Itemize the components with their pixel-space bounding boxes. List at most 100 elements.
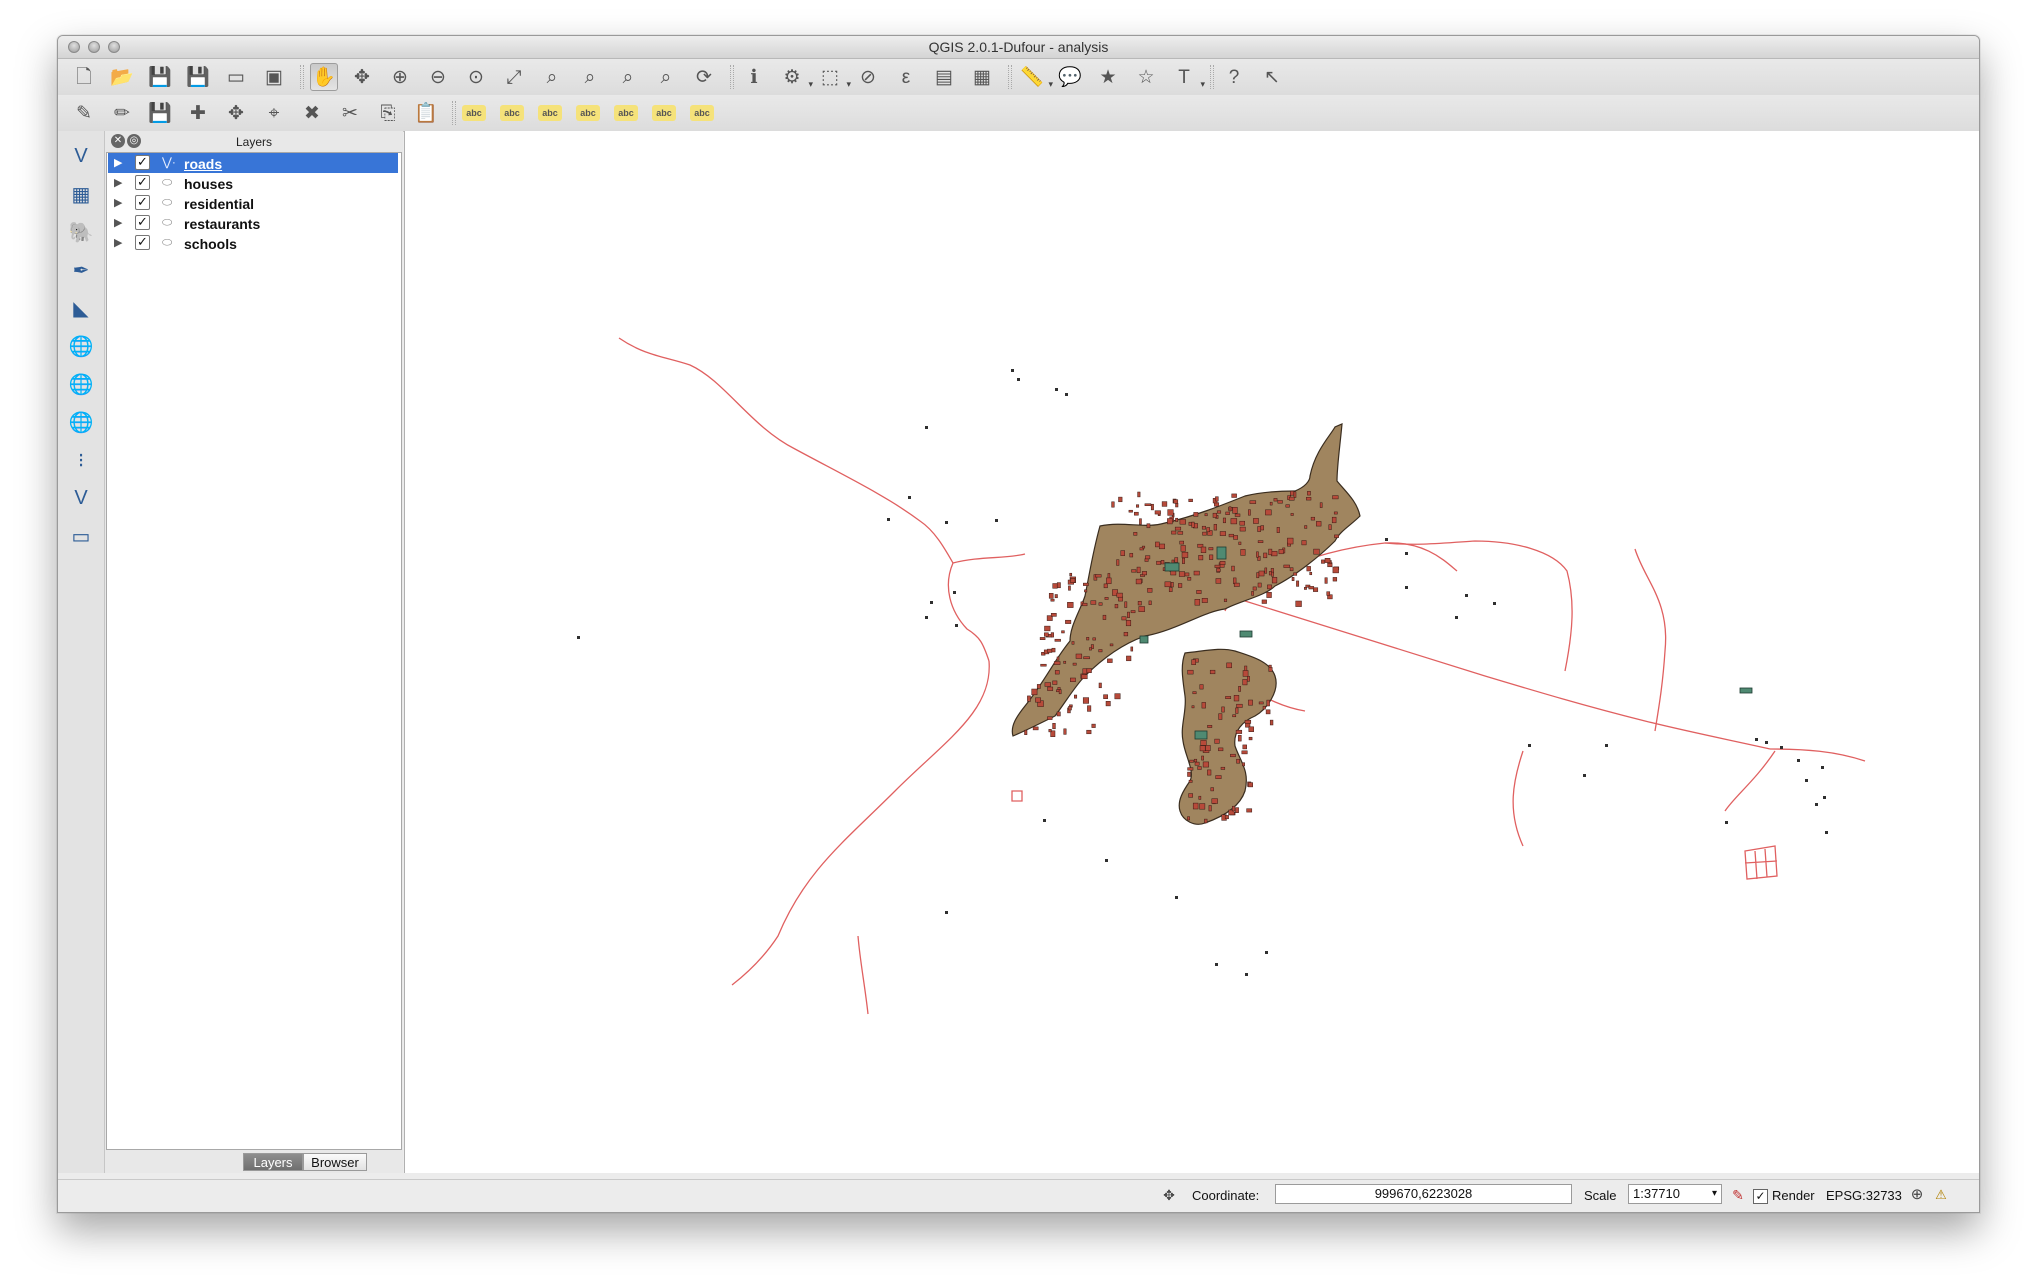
tab-browser[interactable]: Browser: [303, 1153, 367, 1171]
add-raster-layer-icon[interactable]: ▦: [66, 179, 96, 209]
house-feature: [1191, 705, 1195, 709]
pin-labels-icon[interactable]: abc: [500, 105, 524, 121]
layer-visibility-checkbox[interactable]: ✓: [135, 155, 150, 170]
copy-features-icon[interactable]: ⎘: [374, 99, 402, 127]
action-icon[interactable]: ⚙ ▾: [778, 63, 813, 91]
pan-to-selection-icon[interactable]: ✥: [348, 63, 376, 91]
delete-selected-icon[interactable]: ✖: [298, 99, 326, 127]
zoom-in-icon[interactable]: ⊕: [386, 63, 414, 91]
labeling-icon[interactable]: abc: [462, 105, 486, 121]
layer-visibility-checkbox[interactable]: ✓: [135, 235, 150, 250]
zoom-actual-size-icon[interactable]: ⊙: [462, 63, 490, 91]
toggle-extents-icon[interactable]: ✥: [1160, 1186, 1178, 1204]
zoom-to-selection-icon[interactable]: ⌕: [538, 63, 566, 91]
add-vector-layer-icon[interactable]: V: [66, 141, 96, 171]
zoom-next-icon[interactable]: ⌕: [652, 63, 680, 91]
house-feature: [1199, 745, 1206, 752]
house-feature: [1266, 699, 1270, 707]
layer-row-restaurants[interactable]: ▶ ✓ ⬭ restaurants: [108, 213, 398, 233]
rotate-label-icon[interactable]: abc: [652, 105, 676, 121]
house-feature: [1248, 699, 1253, 706]
zoom-last-icon[interactable]: ⌕: [614, 63, 642, 91]
remove-layer-icon[interactable]: ▭: [66, 521, 96, 551]
messages-warning-icon[interactable]: ⚠: [1932, 1186, 1950, 1204]
add-wcs-layer-icon[interactable]: 🌐: [66, 369, 96, 399]
scale-select[interactable]: 1:37710 ▾: [1628, 1184, 1722, 1204]
identify-icon[interactable]: ℹ: [740, 63, 768, 91]
map-tips-icon[interactable]: 💬: [1056, 63, 1084, 91]
layer-visibility-checkbox[interactable]: ✓: [135, 215, 150, 230]
zoom-out-icon[interactable]: ⊖: [424, 63, 452, 91]
layer-visibility-checkbox[interactable]: ✓: [135, 175, 150, 190]
layer-row-schools[interactable]: ▶ ✓ ⬭ schools: [108, 233, 398, 253]
deselect-features-icon[interactable]: ⊘: [854, 63, 882, 91]
change-label-icon[interactable]: abc: [690, 105, 714, 121]
new-bookmark-icon[interactable]: ★: [1094, 63, 1122, 91]
layer-row-roads[interactable]: ▶ ✓ ⋁· roads: [108, 153, 398, 173]
layer-row-residential[interactable]: ▶ ✓ ⬭ residential: [108, 193, 398, 213]
composer-manager-icon[interactable]: ▣: [260, 63, 288, 91]
select-features-icon[interactable]: ⬚ ▾: [816, 63, 851, 91]
expand-arrow-icon[interactable]: ▶: [114, 176, 122, 189]
crs-status[interactable]: EPSG:32733: [1826, 1188, 1902, 1203]
save-layer-edits-icon[interactable]: 💾: [146, 99, 174, 127]
house-feature: [1052, 680, 1058, 685]
new-shapefile-layer-icon[interactable]: V: [66, 483, 96, 513]
highlight-pinned-labels-icon[interactable]: abc: [538, 105, 562, 121]
node-tool-icon[interactable]: ⌖: [260, 99, 288, 127]
open-project-icon[interactable]: 📂: [108, 63, 136, 91]
layer-row-houses[interactable]: ▶ ✓ ⬭ houses: [108, 173, 398, 193]
add-feature-icon[interactable]: ✚: [184, 99, 212, 127]
house-feature: [1249, 500, 1257, 504]
refresh-icon[interactable]: ⟳: [690, 63, 718, 91]
pan-map-icon[interactable]: ✋: [310, 63, 338, 91]
add-delimited-text-layer-icon[interactable]: ⁝: [66, 445, 96, 475]
text-annotation-icon[interactable]: T ▾: [1170, 63, 1205, 91]
crs-globe-icon[interactable]: ⊕: [1908, 1186, 1926, 1204]
save-project-icon[interactable]: 💾: [146, 63, 174, 91]
layer-visibility-checkbox[interactable]: ✓: [135, 195, 150, 210]
zoom-full-icon[interactable]: ⤢: [500, 63, 528, 91]
map-view[interactable]: [405, 131, 1979, 1173]
add-wfs-layer-icon[interactable]: 🌐: [66, 407, 96, 437]
paste-features-icon[interactable]: 📋: [412, 99, 440, 127]
house-feature: [1231, 565, 1235, 572]
stop-render-icon[interactable]: ✎: [1729, 1186, 1747, 1204]
zoom-to-layer-icon[interactable]: ⌕: [576, 63, 604, 91]
expand-arrow-icon[interactable]: ▶: [114, 156, 122, 169]
map-canvas[interactable]: [404, 131, 1979, 1173]
tab-layers[interactable]: Layers: [243, 1153, 303, 1171]
current-edits-icon[interactable]: ✎: [70, 99, 98, 127]
add-spatialite-layer-icon[interactable]: ✒: [66, 255, 96, 285]
expand-arrow-icon[interactable]: ▶: [114, 196, 122, 209]
whats-this-icon[interactable]: ↖: [1258, 63, 1286, 91]
toggle-editing-icon[interactable]: ✏: [108, 99, 136, 127]
expand-arrow-icon[interactable]: ▶: [114, 216, 122, 229]
toolbar-separator: [1210, 65, 1214, 89]
expand-arrow-icon[interactable]: ▶: [114, 236, 122, 249]
new-project-icon[interactable]: 🗋: [70, 63, 98, 91]
save-as-icon[interactable]: 💾: [184, 63, 212, 91]
move-feature-icon[interactable]: ✥: [222, 99, 250, 127]
house-feature: [1114, 604, 1119, 609]
field-calculator-icon[interactable]: ▦: [968, 63, 996, 91]
show-bookmarks-icon[interactable]: ☆: [1132, 63, 1160, 91]
select-by-expression-icon[interactable]: ε: [892, 63, 920, 91]
help-contents-icon[interactable]: ?: [1220, 63, 1248, 91]
cut-features-icon[interactable]: ✂: [336, 99, 364, 127]
house-feature: [1082, 602, 1088, 607]
house-feature: [1201, 598, 1208, 603]
add-wms-layer-icon[interactable]: 🌐: [66, 331, 96, 361]
measure-icon[interactable]: 📏 ▾: [1018, 63, 1053, 91]
layer-tree[interactable]: ▶ ✓ ⋁· roads ▶ ✓ ⬭ houses ▶ ✓ ⬭ resident…: [106, 152, 402, 1150]
move-label-icon[interactable]: abc: [614, 105, 638, 121]
house-feature: [1319, 502, 1323, 508]
house-feature: [1230, 518, 1238, 525]
show-hide-labels-icon[interactable]: abc: [576, 105, 600, 121]
coordinate-field[interactable]: 999670,6223028: [1275, 1184, 1572, 1204]
add-postgis-layer-icon[interactable]: 🐘: [66, 217, 96, 247]
add-mssql-layer-icon[interactable]: ◣: [66, 293, 96, 323]
render-checkbox[interactable]: ✓: [1753, 1189, 1768, 1204]
new-print-composer-icon[interactable]: ▭: [222, 63, 250, 91]
attribute-table-icon[interactable]: ▤: [930, 63, 958, 91]
